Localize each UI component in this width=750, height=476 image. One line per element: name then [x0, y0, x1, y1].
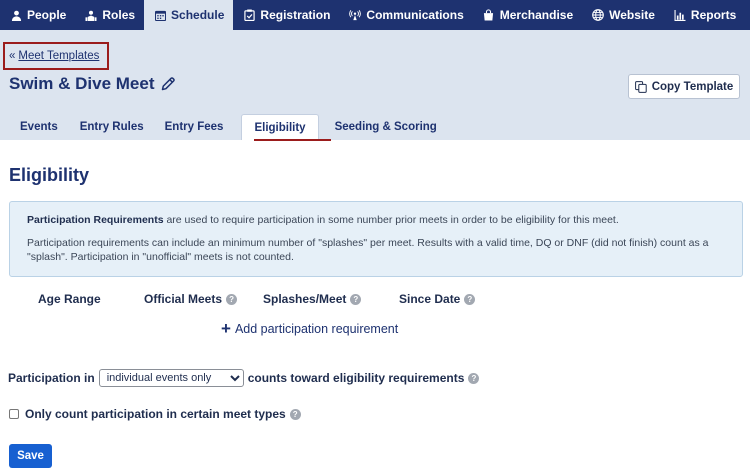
tab-entry-rules[interactable]: Entry Rules — [80, 114, 144, 140]
pencil-icon[interactable] — [160, 76, 176, 92]
meet-type-filter-row: Only count participation in certain meet… — [9, 407, 301, 421]
roles-icon — [85, 9, 97, 21]
help-icon[interactable]: ? — [226, 293, 238, 305]
col-since-date: Since Date ? — [399, 292, 476, 306]
copy-template-label: Copy Template — [651, 80, 734, 93]
broadcast-icon — [349, 9, 362, 21]
copy-template-button[interactable]: Copy Template — [628, 74, 740, 99]
template-header: « Meet Templates Swim & Dive Meet Copy T… — [0, 30, 750, 140]
nav-label: Communications — [366, 8, 464, 22]
info-line-1: Participation Requirements are used to r… — [27, 214, 725, 228]
col-official-meets-label: Official Meets — [144, 292, 223, 306]
template-tabs: Events Entry Rules Entry Fees Eligibilit… — [0, 114, 437, 140]
nav-label: Website — [609, 8, 655, 22]
nav-label: Reports — [690, 8, 737, 22]
participation-prefix: Participation in — [8, 371, 95, 385]
col-age-range: Age Range — [38, 292, 101, 306]
nav-item-reports[interactable]: Reports — [664, 0, 745, 30]
title-row: Swim & Dive Meet — [9, 74, 176, 94]
help-icon[interactable]: ? — [350, 293, 362, 305]
nav-item-communications[interactable]: Communications — [339, 0, 472, 30]
help-icon[interactable]: ? — [468, 372, 480, 384]
nav-item-merchandise[interactable]: Merchandise — [473, 0, 582, 30]
nav-item-website[interactable]: Website — [582, 0, 664, 30]
bar-chart-icon — [674, 9, 686, 21]
clipboard-check-icon — [243, 9, 255, 21]
nav-label: Registration — [260, 8, 331, 22]
nav-label: Merchandise — [499, 8, 574, 22]
help-icon[interactable]: ? — [464, 293, 476, 305]
section-title: Eligibility — [9, 165, 90, 185]
participation-suffix: counts toward eligibility requirements — [247, 371, 465, 385]
nav-label: People — [27, 8, 67, 22]
tab-seeding-scoring[interactable]: Seeding & Scoring — [335, 114, 437, 140]
page-title: Swim & Dive Meet — [9, 74, 155, 93]
meet-templates-link[interactable]: Meet Templates — [18, 50, 99, 62]
breadcrumb: « Meet Templates — [3, 42, 109, 70]
top-nav: People Roles Schedule Registration Commu… — [0, 0, 750, 30]
add-requirement-label: Add participation requirement — [234, 321, 399, 336]
plus-icon: + — [221, 319, 231, 338]
help-icon[interactable]: ? — [289, 408, 301, 420]
tab-eligibility[interactable]: Eligibility — [241, 114, 319, 140]
nav-item-people[interactable]: People — [0, 0, 75, 30]
globe-icon — [592, 9, 604, 21]
info-line-1-rest: are used to require participation in som… — [163, 214, 619, 226]
copy-icon — [634, 80, 647, 93]
col-splashes-per-meet: Splashes/Meet ? — [263, 292, 362, 306]
calendar-icon — [154, 9, 166, 21]
shopping-bag-icon — [483, 9, 495, 21]
meet-type-checkbox-label[interactable]: Only count participation in certain meet… — [25, 407, 286, 421]
active-tab-indicator — [254, 139, 331, 141]
meet-type-checkbox[interactable] — [9, 409, 19, 419]
col-age-range-label: Age Range — [38, 292, 101, 306]
nav-item-roles[interactable]: Roles — [75, 0, 144, 30]
col-splashes-label: Splashes/Meet — [263, 292, 347, 306]
back-arrow: « — [9, 50, 16, 62]
add-participation-requirement-link[interactable]: + Add participation requirement — [221, 320, 398, 337]
participation-row: Participation in individual events only … — [8, 369, 480, 387]
nav-label: Roles — [102, 8, 136, 22]
info-bold-lead: Participation Requirements — [27, 214, 164, 226]
person-icon — [10, 9, 22, 21]
col-official-meets: Official Meets ? — [144, 292, 238, 306]
col-since-date-label: Since Date — [399, 292, 461, 306]
save-button[interactable]: Save — [9, 444, 52, 468]
nav-label: Schedule — [171, 8, 225, 22]
participation-type-select[interactable]: individual events only — [98, 369, 244, 387]
tab-events[interactable]: Events — [20, 114, 58, 140]
info-line-2: Participation requirements can include a… — [27, 236, 709, 263]
nav-item-schedule[interactable]: Schedule — [144, 0, 234, 30]
nav-item-registration[interactable]: Registration — [233, 0, 339, 30]
info-box: Participation Requirements are used to r… — [9, 201, 743, 277]
tab-entry-fees[interactable]: Entry Fees — [165, 114, 224, 140]
